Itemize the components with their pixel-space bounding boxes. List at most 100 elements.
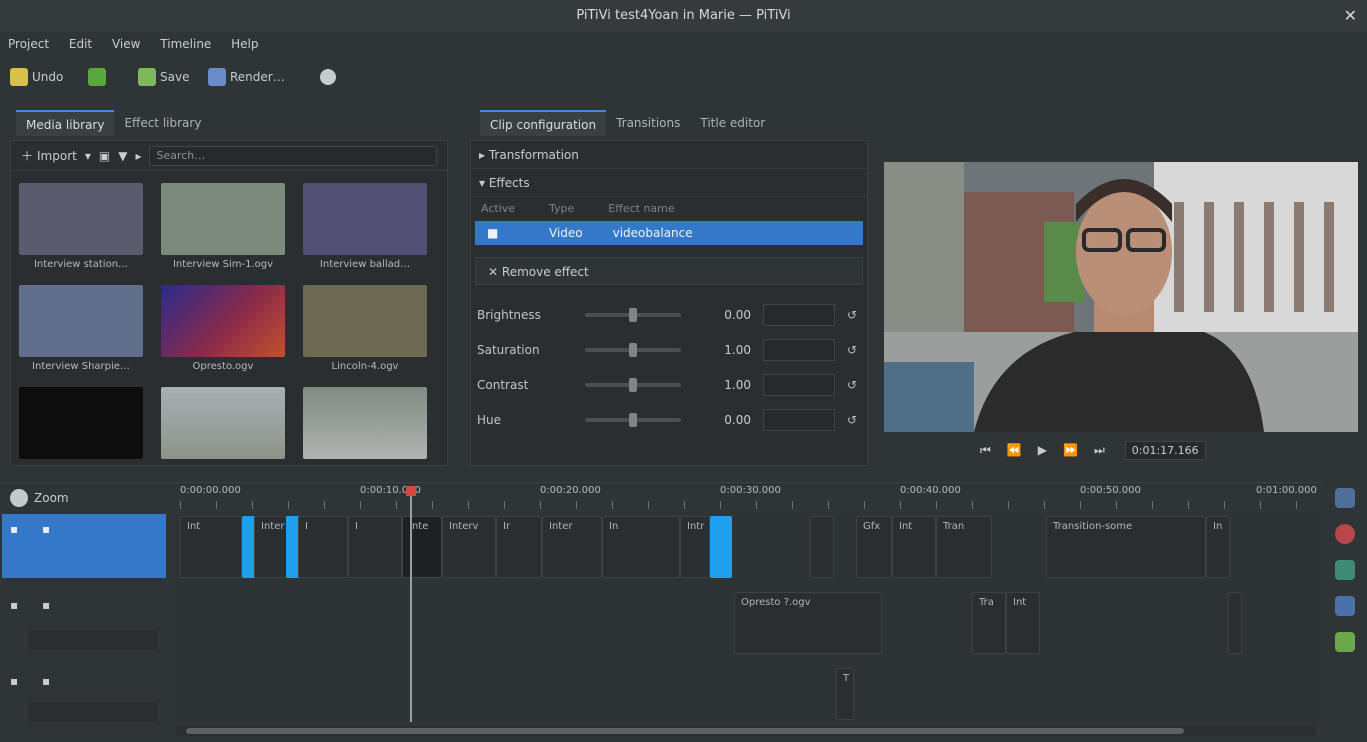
zoom-control[interactable]: Zoom <box>10 489 69 507</box>
tab-media-library[interactable]: Media library <box>16 110 115 136</box>
media-item[interactable]: Interview Sharpie… <box>17 285 145 377</box>
timeline-clip[interactable]: In <box>602 516 680 578</box>
video-preview[interactable] <box>884 162 1358 432</box>
timeline-clip[interactable]: Int <box>180 516 242 578</box>
saturation-spinbox[interactable] <box>763 338 835 361</box>
track-header[interactable]: ▪ ▪ <box>2 592 166 662</box>
slider-knob[interactable] <box>629 307 637 322</box>
timecode-display[interactable]: 0:01:17.166 <box>1124 440 1206 460</box>
media-item[interactable]: Opresto.ogv <box>159 285 287 377</box>
hue-slider[interactable] <box>585 412 681 427</box>
track-header[interactable]: ▪ ▪ <box>2 668 166 738</box>
keyframe-icon[interactable] <box>1335 632 1355 652</box>
remove-clip-icon[interactable]: ▣ <box>99 149 110 163</box>
timeline-clip[interactable]: Intr <box>680 516 710 578</box>
column-type[interactable]: Type <box>549 197 574 221</box>
timeline-clip[interactable]: Gfx <box>856 516 892 578</box>
timeline-clip[interactable]: Interv <box>442 516 496 578</box>
timeline-clip[interactable] <box>810 516 834 578</box>
ungroup-icon[interactable] <box>1335 596 1355 616</box>
insert-icon[interactable]: ▸ <box>135 149 141 163</box>
reset-icon[interactable]: ↺ <box>843 343 861 357</box>
timeline-clip[interactable]: T <box>836 668 854 720</box>
timeline-clip[interactable]: Tra <box>972 592 1006 654</box>
settings-button[interactable] <box>320 66 336 88</box>
import-dropdown-icon[interactable]: ▾ <box>85 149 91 163</box>
timeline-clip[interactable]: Ir <box>496 516 542 578</box>
timeline-clip[interactable] <box>1228 592 1242 654</box>
delete-icon[interactable] <box>1335 524 1355 544</box>
timeline-clip[interactable]: Tran <box>936 516 992 578</box>
contrast-slider[interactable] <box>585 377 681 392</box>
track-name-field[interactable] <box>28 702 158 722</box>
group-icon[interactable] <box>1335 560 1355 580</box>
timeline-tracks[interactable]: Int Inter I I Inte Interv Ir Inter In In… <box>176 512 1318 724</box>
menu-edit[interactable]: Edit <box>61 32 100 56</box>
timeline-scrollbar[interactable] <box>176 726 1316 736</box>
media-item[interactable] <box>159 387 287 479</box>
column-effect-name[interactable]: Effect name <box>608 197 674 221</box>
transition-clip[interactable] <box>710 516 732 578</box>
tab-clip-configuration[interactable]: Clip configuration <box>480 110 607 136</box>
remove-effect-button[interactable]: ✕ Remove effect <box>475 257 863 285</box>
timeline-ruler[interactable]: 0:00:00.000 0:00:10.000 0:00:20.000 0:00… <box>176 483 1317 511</box>
transformation-expander[interactable]: ▸ Transformation <box>471 141 867 169</box>
media-item[interactable] <box>301 387 429 479</box>
tab-effect-library[interactable]: Effect library <box>114 110 211 136</box>
track-name-field[interactable] <box>28 630 158 650</box>
menu-view[interactable]: View <box>104 32 148 56</box>
media-item[interactable]: Interview Sim-1.ogv <box>159 183 287 275</box>
zoom-icon[interactable] <box>10 489 28 507</box>
skip-end-icon[interactable]: ⏭ <box>1094 443 1105 458</box>
menu-timeline[interactable]: Timeline <box>152 32 219 56</box>
timeline-clip[interactable]: Inte <box>402 516 442 578</box>
close-icon[interactable]: ✕ <box>1344 0 1357 32</box>
track-toggle-icon[interactable]: ▪ <box>10 674 18 688</box>
timeline-clip[interactable]: I <box>348 516 402 578</box>
media-item[interactable]: Lincoln-4.ogv <box>301 285 429 377</box>
undo-button[interactable]: Undo <box>10 66 63 88</box>
redo-button[interactable] <box>88 66 106 88</box>
track-toggle-icon[interactable]: ▪ <box>10 522 18 536</box>
timeline-clip[interactable]: Int <box>1006 592 1040 654</box>
playhead-marker-icon[interactable] <box>406 486 416 496</box>
tab-title-editor[interactable]: Title editor <box>690 110 775 136</box>
contrast-spinbox[interactable] <box>763 373 835 396</box>
track-lock-icon[interactable]: ▪ <box>42 522 50 536</box>
saturation-slider[interactable] <box>585 342 681 357</box>
timeline-clip[interactable]: Opresto ?.ogv <box>734 592 882 654</box>
column-active[interactable]: Active <box>481 197 515 221</box>
effects-expander[interactable]: ▾ Effects <box>471 169 867 197</box>
scrollbar-thumb[interactable] <box>186 728 1184 734</box>
track-toggle-icon[interactable]: ▪ <box>10 598 18 612</box>
brightness-slider[interactable] <box>585 307 681 322</box>
effect-row-selected[interactable]: ■ Video videobalance <box>475 221 863 245</box>
brightness-spinbox[interactable] <box>763 303 835 326</box>
slider-knob[interactable] <box>629 377 637 392</box>
reset-icon[interactable]: ↺ <box>843 413 861 427</box>
step-forward-icon[interactable]: ⏩ <box>1063 443 1078 457</box>
tab-transitions[interactable]: Transitions <box>606 110 690 136</box>
timeline-clip[interactable]: In <box>1206 516 1230 578</box>
track-lock-icon[interactable]: ▪ <box>42 674 50 688</box>
render-button[interactable]: Render… <box>208 66 285 88</box>
save-button[interactable]: Save <box>138 66 189 88</box>
media-item[interactable]: Interview ballad… <box>301 183 429 275</box>
hue-spinbox[interactable] <box>763 408 835 431</box>
media-search-input[interactable]: Search… <box>149 145 437 166</box>
slider-knob[interactable] <box>629 412 637 427</box>
split-icon[interactable] <box>1335 488 1355 508</box>
import-button[interactable]: ＋ Import <box>21 147 77 164</box>
skip-start-icon[interactable]: ⏮ <box>980 443 991 458</box>
effect-active-checkbox[interactable]: ■ <box>487 221 499 245</box>
play-icon[interactable]: ▶ <box>1038 443 1047 457</box>
reset-icon[interactable]: ↺ <box>843 308 861 322</box>
filter-icon[interactable]: ▼ <box>118 149 127 163</box>
track-lock-icon[interactable]: ▪ <box>42 598 50 612</box>
menu-help[interactable]: Help <box>223 32 266 56</box>
timeline-clip[interactable]: I <box>298 516 348 578</box>
playhead[interactable] <box>410 486 412 722</box>
slider-knob[interactable] <box>629 342 637 357</box>
step-back-icon[interactable]: ⏪ <box>1007 443 1022 457</box>
timeline-clip[interactable]: Inter <box>254 516 288 578</box>
